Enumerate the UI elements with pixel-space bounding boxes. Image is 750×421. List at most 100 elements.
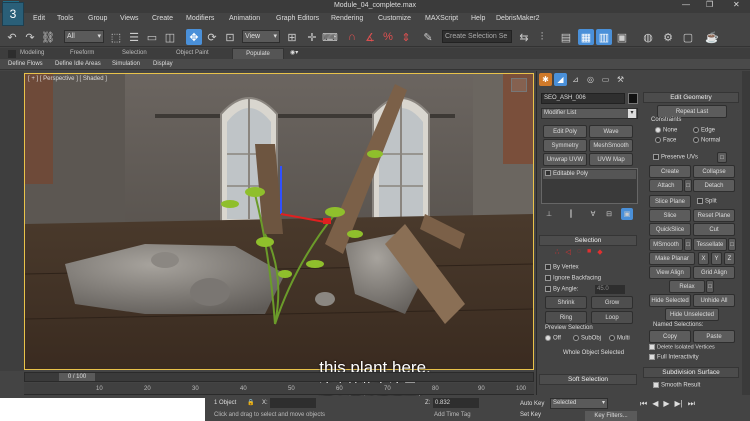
- align-icon[interactable]: ⫶: [534, 29, 550, 45]
- grid-align-button[interactable]: Grid Align: [693, 266, 735, 279]
- polygon-mode-icon[interactable]: ■: [587, 248, 591, 258]
- make-unique-icon[interactable]: ∀: [587, 208, 599, 220]
- display-tab-icon[interactable]: ▭: [599, 73, 612, 86]
- cut-button[interactable]: Cut: [693, 223, 735, 236]
- uvw-map-button[interactable]: UVW Map: [589, 153, 633, 166]
- rotate-icon[interactable]: ⟳: [204, 29, 220, 45]
- edit-poly-button[interactable]: Edit Poly: [543, 125, 587, 138]
- element-mode-icon[interactable]: ◆: [597, 248, 602, 258]
- unwrap-uvw-button[interactable]: Unwrap UVW: [543, 153, 587, 166]
- undo-icon[interactable]: ↶: [4, 29, 20, 45]
- tab-selection[interactable]: Selection: [122, 50, 147, 56]
- curve-editor-icon[interactable]: ▣: [614, 29, 630, 45]
- utilities-tab-icon[interactable]: ⚒: [614, 73, 627, 86]
- panel-scrollbar[interactable]: [742, 71, 750, 395]
- object-name-field[interactable]: SEO_ASH_006: [541, 93, 625, 104]
- minimize-icon[interactable]: —: [682, 0, 690, 9]
- x-field[interactable]: [270, 398, 316, 408]
- hide-selected-button[interactable]: Hide Selected: [649, 294, 691, 307]
- delete-isolated-checkbox[interactable]: Delete Isolated Vertices: [649, 344, 715, 350]
- layer-explorer-icon[interactable]: ▤: [558, 29, 574, 45]
- preview-off-radio[interactable]: Off: [545, 335, 561, 342]
- link-icon[interactable]: ⛓: [40, 29, 56, 45]
- tab-freeform[interactable]: Freeform: [70, 50, 94, 56]
- viewport-perspective[interactable]: [ + ] [ Perspective ] [ Shaded ]: [24, 73, 534, 370]
- menu-maxscript[interactable]: MAXScript: [425, 15, 471, 22]
- preview-multi-radio[interactable]: Multi: [609, 335, 630, 342]
- slice-plane-button[interactable]: Slice Plane: [649, 195, 691, 208]
- ignore-backfacing-checkbox[interactable]: Ignore Backfacing: [545, 275, 601, 282]
- configure-sets-icon[interactable]: ▣: [621, 208, 633, 220]
- relax-settings-icon[interactable]: □: [706, 280, 714, 293]
- prev-frame-icon[interactable]: ◀: [652, 399, 658, 411]
- select-object-icon[interactable]: ⬚: [108, 29, 124, 45]
- make-planar-button[interactable]: Make Planar: [649, 252, 695, 265]
- menu-customize[interactable]: Customize: [378, 15, 425, 22]
- selected-dropdown[interactable]: Selected ▾: [550, 398, 608, 409]
- split-checkbox[interactable]: Split: [697, 198, 717, 205]
- symmetry-button[interactable]: Symmetry: [543, 139, 587, 152]
- manipulate-icon[interactable]: ✛: [304, 29, 320, 45]
- mirror-icon[interactable]: ⇆: [516, 29, 532, 45]
- subtab-define-flows[interactable]: Define Flows: [8, 61, 43, 67]
- msmooth-button[interactable]: MSmooth: [649, 238, 683, 251]
- detach-button[interactable]: Detach: [693, 179, 735, 192]
- copy-button[interactable]: Copy: [649, 330, 691, 343]
- menu-modifiers[interactable]: Modifiers: [186, 15, 229, 22]
- modifier-list-dropdown[interactable]: Modifier List ▾: [541, 108, 638, 119]
- constraint-face-radio[interactable]: Face: [655, 137, 676, 144]
- hide-unselected-button[interactable]: Hide Unselected: [665, 308, 719, 321]
- stack-item[interactable]: Editable Poly: [543, 170, 636, 179]
- key-filters-button[interactable]: Key Filters...: [585, 411, 637, 421]
- by-vertex-checkbox[interactable]: By Vertex: [545, 264, 579, 271]
- tab-populate[interactable]: Populate: [232, 48, 284, 59]
- constraint-normal-radio[interactable]: Normal: [693, 137, 720, 144]
- wave-button[interactable]: Wave: [589, 125, 633, 138]
- redo-icon[interactable]: ↷: [22, 29, 38, 45]
- edge-mode-icon[interactable]: ◁: [565, 248, 570, 258]
- constraint-edge-radio[interactable]: Edge: [693, 127, 715, 134]
- select-by-name-icon[interactable]: ☰: [126, 29, 142, 45]
- maximize-icon[interactable]: ❐: [706, 0, 713, 9]
- selection-rollout-header[interactable]: Selection: [539, 235, 637, 246]
- menu-rendering[interactable]: Rendering: [331, 15, 378, 22]
- modify-tab-icon[interactable]: ◢: [554, 73, 567, 86]
- subtab-define-idle-areas[interactable]: Define Idle Areas: [55, 61, 101, 67]
- menu-app-button[interactable]: 3: [2, 2, 24, 26]
- next-frame-icon[interactable]: ▶|: [675, 399, 683, 411]
- modifier-stack[interactable]: Editable Poly: [541, 168, 638, 204]
- reset-plane-button[interactable]: Reset Plane: [693, 209, 735, 222]
- viewcube-icon[interactable]: [511, 78, 527, 92]
- vertex-mode-icon[interactable]: ∴: [555, 248, 559, 258]
- render-icon[interactable]: ☕: [704, 29, 720, 45]
- lock-icon[interactable]: 🔒: [247, 399, 254, 406]
- time-slider-thumb[interactable]: 0 / 100: [59, 373, 95, 381]
- timeline-ruler[interactable]: 10 20 30 40 50 60 70 80 90 100: [24, 383, 534, 395]
- pivot-icon[interactable]: ⊞: [284, 29, 300, 45]
- meshsmooth-button[interactable]: MeshSmooth: [589, 139, 633, 152]
- go-end-icon[interactable]: ⏭: [688, 399, 695, 411]
- spinner-snap-icon[interactable]: ⇕: [398, 29, 414, 45]
- angle-snap-icon[interactable]: ∡: [362, 29, 378, 45]
- scale-icon[interactable]: ⊡: [222, 29, 238, 45]
- remove-modifier-icon[interactable]: ⊟: [603, 208, 615, 220]
- tab-modeling[interactable]: Modeling: [20, 50, 44, 56]
- hierarchy-tab-icon[interactable]: ⊿: [569, 73, 582, 86]
- z-field[interactable]: 0.832: [433, 398, 479, 408]
- render-setup-icon[interactable]: ⚙: [660, 29, 676, 45]
- time-slider[interactable]: 0 / 100: [24, 372, 534, 382]
- collapse-button[interactable]: Collapse: [693, 165, 735, 178]
- ribbon-options-icon[interactable]: ◉▾: [290, 49, 298, 56]
- keyboard-shortcut-icon[interactable]: ⌨: [322, 29, 338, 45]
- attach-button[interactable]: Attach: [649, 179, 683, 192]
- unhide-all-button[interactable]: Unhide All: [693, 294, 735, 307]
- play-icon[interactable]: ▶: [663, 399, 669, 411]
- create-button[interactable]: Create: [649, 165, 691, 178]
- menu-tools[interactable]: Tools: [57, 15, 88, 22]
- pin-stack-icon[interactable]: ⊥: [543, 208, 555, 220]
- tab-object-paint[interactable]: Object Paint: [176, 50, 209, 56]
- maxscript-listener[interactable]: [0, 398, 205, 421]
- slice-button[interactable]: Slice: [649, 209, 691, 222]
- viewport-label[interactable]: [ + ] [ Perspective ] [ Shaded ]: [28, 76, 107, 82]
- select-move-icon[interactable]: ✥: [186, 29, 202, 45]
